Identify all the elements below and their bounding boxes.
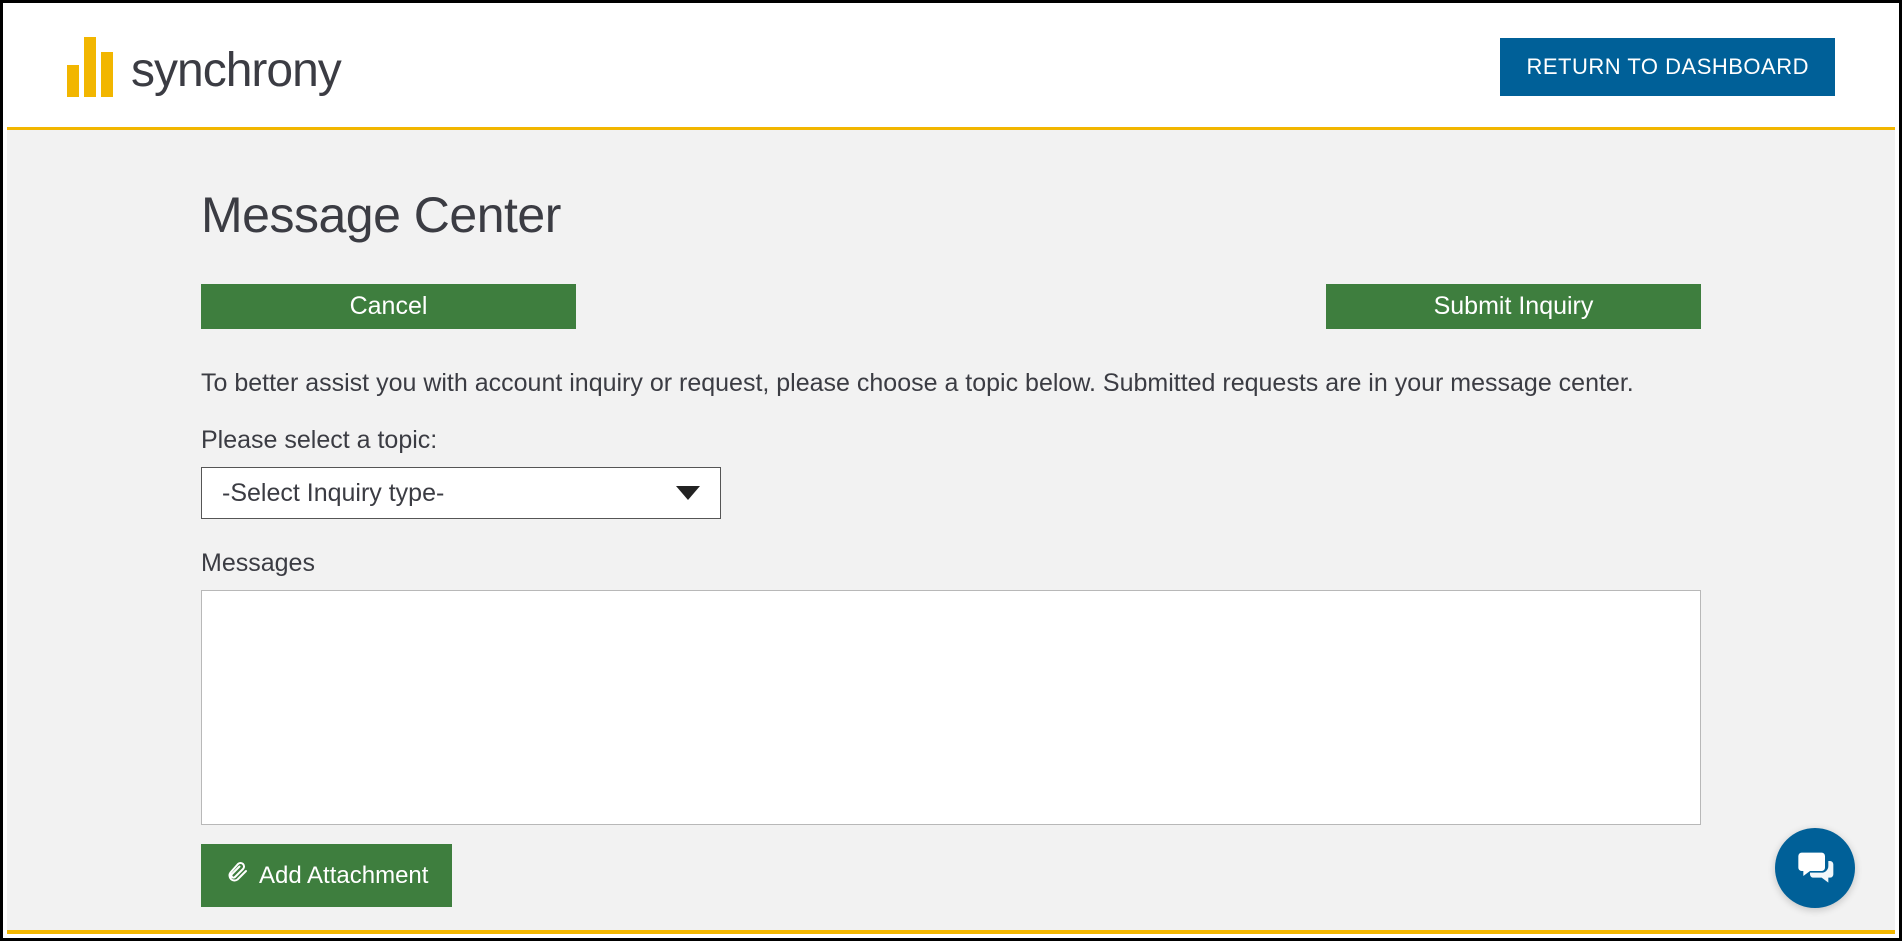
brand-logo: synchrony bbox=[67, 37, 341, 97]
instruction-text: To better assist you with account inquir… bbox=[201, 369, 1701, 398]
chevron-down-icon bbox=[676, 486, 700, 500]
paperclip-icon bbox=[225, 860, 249, 891]
return-to-dashboard-button[interactable]: RETURN TO DASHBOARD bbox=[1500, 38, 1835, 96]
page-title: Message Center bbox=[201, 186, 1701, 244]
messages-textarea[interactable] bbox=[201, 590, 1701, 825]
inquiry-type-select[interactable]: -Select Inquiry type- bbox=[201, 467, 721, 519]
action-button-row: Cancel Submit Inquiry bbox=[201, 284, 1701, 329]
inquiry-type-select-value: -Select Inquiry type- bbox=[222, 479, 444, 508]
messages-label: Messages bbox=[201, 549, 1701, 578]
cancel-button[interactable]: Cancel bbox=[201, 284, 576, 329]
add-attachment-button[interactable]: Add Attachment bbox=[201, 844, 452, 907]
chat-icon bbox=[1795, 846, 1835, 891]
add-attachment-label: Add Attachment bbox=[259, 862, 428, 890]
header: synchrony RETURN TO DASHBOARD bbox=[7, 7, 1895, 127]
topic-label: Please select a topic: bbox=[201, 426, 1701, 455]
submit-inquiry-button[interactable]: Submit Inquiry bbox=[1326, 284, 1701, 329]
chat-fab-button[interactable] bbox=[1775, 828, 1855, 908]
brand-name: synchrony bbox=[131, 47, 341, 95]
main-content: Message Center Cancel Submit Inquiry To … bbox=[7, 130, 1895, 930]
logo-bars-icon bbox=[67, 37, 113, 97]
footer-divider bbox=[7, 930, 1895, 934]
